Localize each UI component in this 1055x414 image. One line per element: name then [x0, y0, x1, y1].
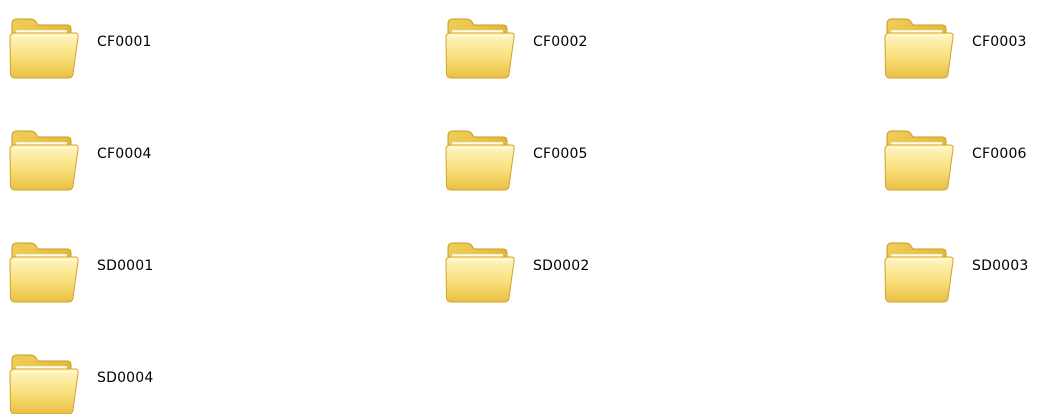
folder-view: CF0001 CF0002 CF0003 CF0004 CF0005 CF000…: [0, 0, 1055, 414]
folder-label: SD0002: [533, 258, 590, 274]
folder-icon: [443, 122, 515, 194]
folder-label: CF0006: [972, 146, 1027, 162]
folder-item-cf0005[interactable]: CF0005: [436, 112, 686, 192]
folder-label: CF0003: [972, 34, 1027, 50]
folder-item-cf0002[interactable]: CF0002: [436, 0, 686, 80]
folder-icon: [882, 234, 954, 306]
folder-label: CF0004: [97, 146, 152, 162]
folder-label: CF0002: [533, 34, 588, 50]
folder-icon: [443, 10, 515, 82]
folder-icon: [7, 122, 79, 194]
folder-item-sd0004[interactable]: SD0004: [0, 336, 250, 414]
folder-item-sd0003[interactable]: SD0003: [875, 224, 1055, 304]
folder-icon: [443, 234, 515, 306]
folder-item-sd0002[interactable]: SD0002: [436, 224, 686, 304]
folder-icon: [7, 10, 79, 82]
folder-label: CF0005: [533, 146, 588, 162]
folder-label: CF0001: [97, 34, 152, 50]
folder-label: SD0001: [97, 258, 154, 274]
folder-item-cf0001[interactable]: CF0001: [0, 0, 250, 80]
folder-label: SD0003: [972, 258, 1029, 274]
folder-icon: [7, 234, 79, 306]
folder-item-cf0006[interactable]: CF0006: [875, 112, 1055, 192]
folder-icon: [882, 122, 954, 194]
folder-icon: [882, 10, 954, 82]
folder-item-cf0003[interactable]: CF0003: [875, 0, 1055, 80]
folder-icon: [7, 346, 79, 414]
folder-item-cf0004[interactable]: CF0004: [0, 112, 250, 192]
folder-item-sd0001[interactable]: SD0001: [0, 224, 250, 304]
folder-label: SD0004: [97, 370, 154, 386]
